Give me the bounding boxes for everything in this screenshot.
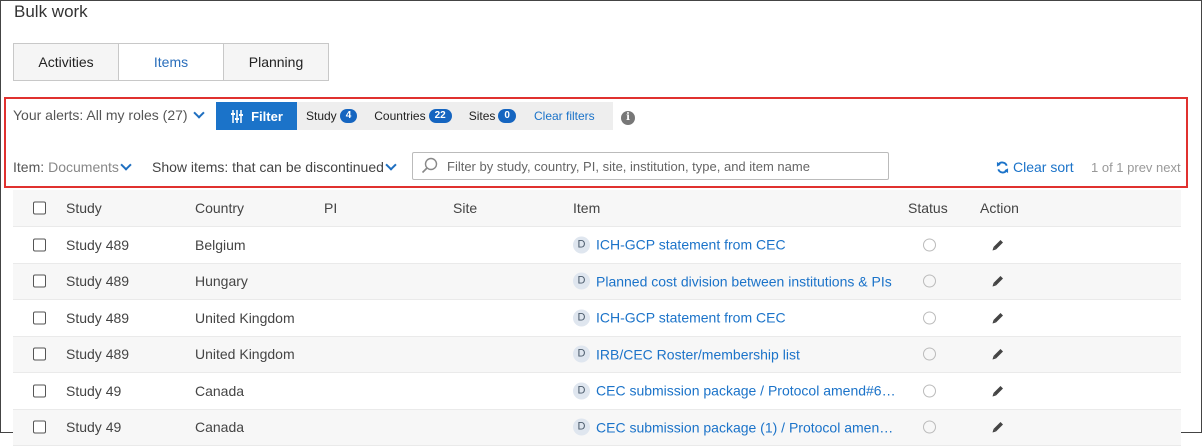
pencil-icon[interactable] xyxy=(992,275,1004,287)
item-link[interactable]: CEC submission package / Protocol amend#… xyxy=(596,383,896,399)
filter-chip-sites[interactable]: Sites 0 xyxy=(460,109,524,123)
pencil-icon[interactable] xyxy=(992,421,1004,433)
pencil-icon[interactable] xyxy=(992,385,1004,397)
study-cell: Study 489 xyxy=(66,310,129,326)
tab-activities[interactable]: Activities xyxy=(14,44,119,80)
tab-planning[interactable]: Planning xyxy=(224,44,328,80)
item-type-dropdown[interactable]: Item: Documents xyxy=(13,159,130,175)
chip-label: Study xyxy=(306,109,337,123)
pencil-icon[interactable] xyxy=(992,239,1004,251)
country-cell: Hungary xyxy=(195,273,248,289)
column-header-study[interactable]: Study xyxy=(66,200,102,216)
status-icon xyxy=(923,311,936,324)
status-icon xyxy=(923,384,936,397)
table-row: Study 49 Canada D CEC submission package… xyxy=(13,373,1181,410)
row-checkbox[interactable] xyxy=(33,275,46,288)
country-cell: Belgium xyxy=(195,237,246,253)
item-cell: D CEC submission package / Protocol amen… xyxy=(573,382,896,399)
pencil-icon[interactable] xyxy=(992,348,1004,360)
column-header-status[interactable]: Status xyxy=(908,200,948,216)
item-type-value: Documents xyxy=(48,159,119,175)
count-badge: 22 xyxy=(429,109,452,123)
count-badge: 4 xyxy=(340,109,358,123)
row-checkbox[interactable] xyxy=(33,348,46,361)
status-icon xyxy=(923,421,936,434)
chevron-down-icon xyxy=(385,159,396,170)
item-cell: D ICH-GCP statement from CEC xyxy=(573,309,786,326)
column-header-site[interactable]: Site xyxy=(453,200,477,216)
document-type-icon: D xyxy=(573,419,590,436)
filter-chip-countries[interactable]: Countries 22 xyxy=(365,109,459,123)
filter-button[interactable]: Filter xyxy=(216,102,297,130)
status-icon xyxy=(923,348,936,361)
page-title: Bulk work xyxy=(14,2,88,22)
study-cell: Study 489 xyxy=(66,237,129,253)
item-cell: D IRB/CEC Roster/membership list xyxy=(573,346,800,363)
item-link[interactable]: ICH-GCP statement from CEC xyxy=(596,237,786,253)
table-row: Study 49 Canada D CEC submission package… xyxy=(13,410,1181,446)
search-input[interactable] xyxy=(445,158,879,175)
document-type-icon: D xyxy=(573,382,590,399)
country-cell: United Kingdom xyxy=(195,310,295,326)
item-cell: D Planned cost division between institut… xyxy=(573,273,892,290)
country-cell: Canada xyxy=(195,383,244,399)
show-items-label: Show items: that can be discontinued xyxy=(152,159,384,175)
item-link[interactable]: IRB/CEC Roster/membership list xyxy=(596,346,800,362)
column-header-pi[interactable]: PI xyxy=(324,200,337,216)
tab-items[interactable]: Items xyxy=(119,44,224,80)
study-cell: Study 49 xyxy=(66,383,121,399)
status-icon xyxy=(923,275,936,288)
filter-chip-study[interactable]: Study 4 xyxy=(297,109,365,123)
filter-chip-bar: Study 4 Countries 22 Sites 0 Clear filte… xyxy=(297,102,613,130)
table-row: Study 489 United Kingdom D ICH-GCP state… xyxy=(13,300,1181,337)
refresh-icon xyxy=(996,161,1009,174)
document-type-icon: D xyxy=(573,346,590,363)
document-type-icon: D xyxy=(573,309,590,326)
sliders-icon xyxy=(230,110,244,123)
search-box xyxy=(412,152,889,180)
count-badge: 0 xyxy=(498,109,516,123)
table-row: Study 489 Hungary D Planned cost divisio… xyxy=(13,264,1181,301)
select-all-checkbox[interactable] xyxy=(33,202,46,215)
pagination[interactable]: 1 of 1 prev next xyxy=(1091,160,1181,175)
item-link[interactable]: Planned cost division between institutio… xyxy=(596,273,892,289)
column-header-country[interactable]: Country xyxy=(195,200,244,216)
country-cell: United Kingdom xyxy=(195,346,295,362)
pencil-icon[interactable] xyxy=(992,312,1004,324)
table-header-row: Study Country PI Site Item Status Action xyxy=(13,190,1181,227)
row-checkbox[interactable] xyxy=(33,384,46,397)
study-cell: Study 489 xyxy=(66,273,129,289)
chevron-down-icon xyxy=(120,159,131,170)
table-row: Study 489 Belgium D ICH-GCP statement fr… xyxy=(13,227,1181,264)
row-checkbox[interactable] xyxy=(33,311,46,324)
row-checkbox[interactable] xyxy=(33,238,46,251)
info-icon[interactable]: i xyxy=(621,111,635,125)
document-type-icon: D xyxy=(573,273,590,290)
show-items-dropdown[interactable]: Show items: that can be discontinued xyxy=(152,159,395,175)
clear-sort-label: Clear sort xyxy=(1013,159,1074,175)
row-checkbox[interactable] xyxy=(33,421,46,434)
clear-sort-button[interactable]: Clear sort xyxy=(996,159,1074,175)
chevron-down-icon xyxy=(193,107,204,118)
item-cell: D CEC submission package (1) / Protocol … xyxy=(573,419,896,436)
items-table: Study Country PI Site Item Status Action… xyxy=(13,190,1181,446)
clear-filters-link[interactable]: Clear filters xyxy=(534,109,595,123)
status-icon xyxy=(923,238,936,251)
document-type-icon: D xyxy=(573,236,590,253)
item-link[interactable]: ICH-GCP statement from CEC xyxy=(596,310,786,326)
table-row: Study 489 United Kingdom D IRB/CEC Roste… xyxy=(13,337,1181,374)
study-cell: Study 489 xyxy=(66,346,129,362)
filter-button-label: Filter xyxy=(251,109,283,124)
alerts-label: Your alerts: All my roles (27) xyxy=(13,107,188,123)
chip-label: Sites xyxy=(469,109,496,123)
search-icon xyxy=(421,157,439,175)
column-header-action: Action xyxy=(980,200,1019,216)
tab-bar: Activities Items Planning xyxy=(13,43,329,81)
column-header-item[interactable]: Item xyxy=(573,200,600,216)
item-cell: D ICH-GCP statement from CEC xyxy=(573,236,786,253)
chip-label: Countries xyxy=(374,109,425,123)
item-type-label: Item: xyxy=(13,159,44,175)
alerts-dropdown[interactable]: Your alerts: All my roles (27) xyxy=(13,107,203,123)
